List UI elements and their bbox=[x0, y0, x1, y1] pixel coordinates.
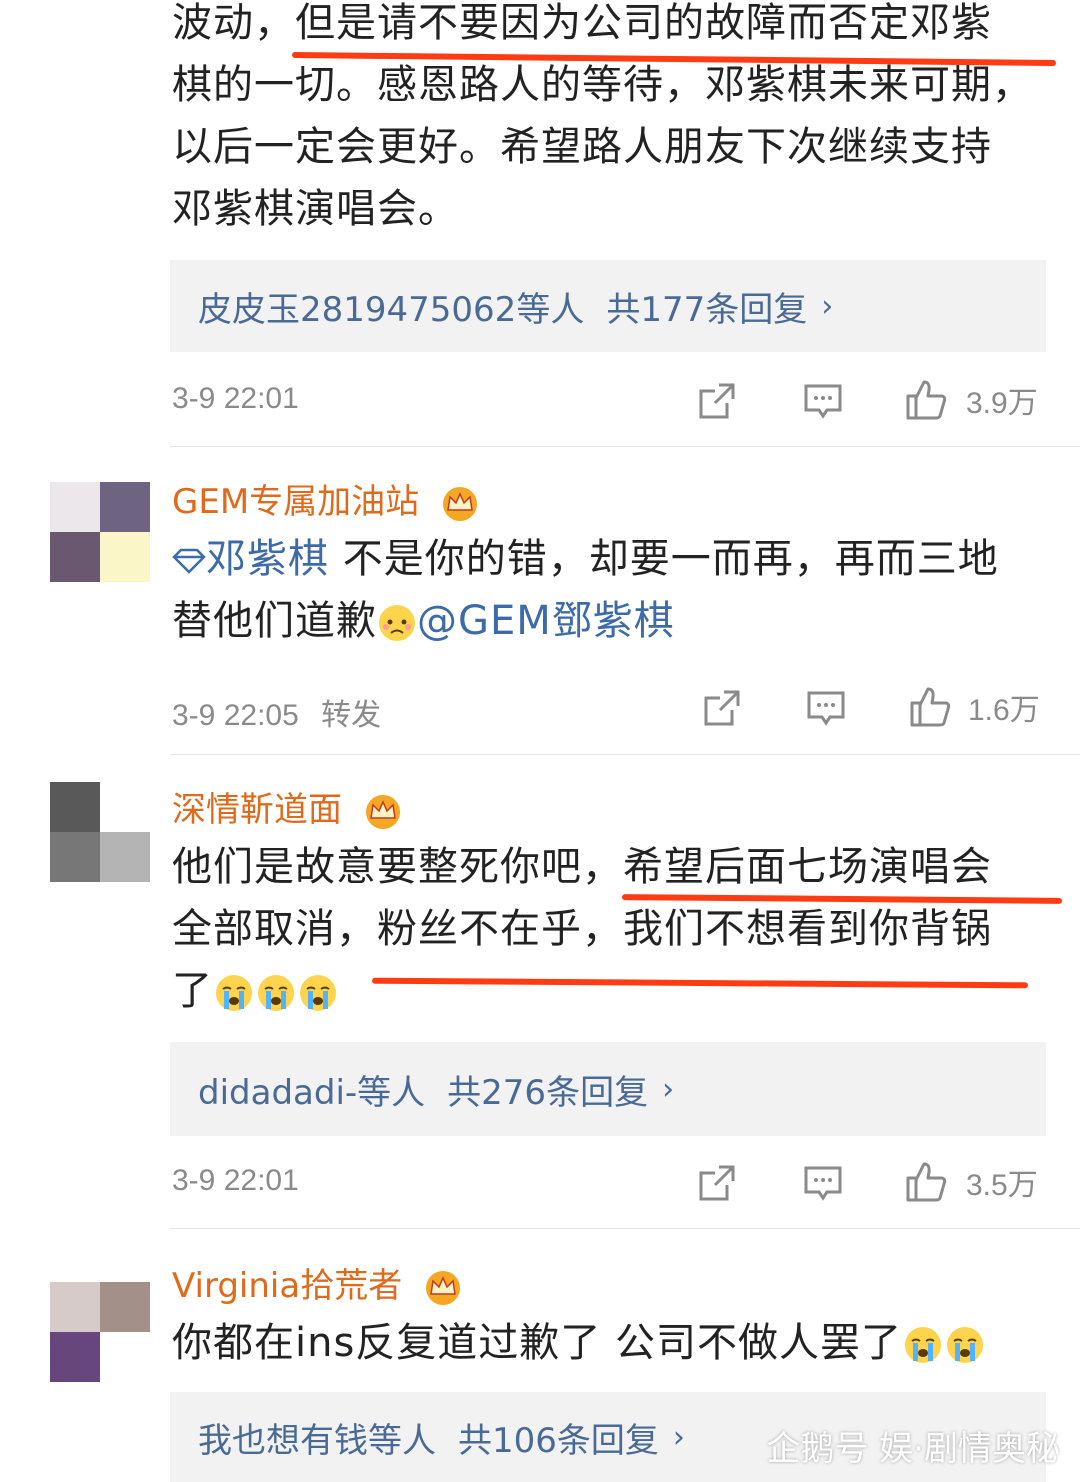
reply-count: 共106条回复 bbox=[458, 1420, 659, 1461]
username-text: GEM专属加油站 bbox=[172, 482, 420, 522]
comment-icon[interactable] bbox=[806, 690, 846, 728]
chevron-right-icon: › bbox=[821, 288, 834, 324]
repost-link[interactable]: 转发 bbox=[321, 699, 381, 732]
reply-count: 共276条回复 bbox=[447, 1072, 649, 1113]
crying-face-emoji-icon bbox=[905, 1327, 942, 1363]
comment3-line: 了 bbox=[172, 968, 213, 1014]
time-text: 3-9 22:05 bbox=[172, 699, 299, 732]
comment3-line: 全部取消，粉丝不在乎，我们不想看到你背锅 bbox=[172, 906, 992, 952]
username[interactable]: Virginia拾荒者 bbox=[172, 1258, 463, 1307]
comment2-line: 不是你的错，却要一而再，再而三地 bbox=[329, 536, 999, 582]
avatar[interactable] bbox=[50, 1282, 150, 1382]
reply-count: 共177条回复 bbox=[606, 289, 808, 330]
comment1-line: 波动，但是请不要因为公司的故障而否定邓紫 bbox=[172, 0, 992, 46]
comment4-line: 你都在ins反复道过歉了 公司不做人罢了 bbox=[172, 1320, 903, 1366]
topic-link[interactable]: 邓紫棋 bbox=[172, 536, 329, 582]
crown-badge-icon bbox=[426, 1270, 461, 1305]
sad-face-emoji-icon bbox=[379, 605, 415, 641]
comment2-text: 邓紫棋 不是你的错，却要一而再，再而三地 替他们道歉 @GEM鄧紫棋 bbox=[172, 528, 1052, 652]
chevron-right-icon: › bbox=[662, 1071, 675, 1107]
mention-link[interactable]: @GEM鄧紫棋 bbox=[417, 598, 675, 644]
divider bbox=[170, 1228, 1080, 1229]
share-icon[interactable] bbox=[697, 381, 737, 421]
like-button[interactable]: 1.6万 bbox=[908, 685, 1040, 729]
crying-face-emoji-icon bbox=[947, 1327, 984, 1363]
comment-icon[interactable] bbox=[803, 1165, 843, 1203]
topic-text: 邓紫棋 bbox=[206, 536, 329, 582]
comment-time: 3-9 22:01 bbox=[172, 382, 299, 415]
crying-face-emoji-icon bbox=[216, 975, 252, 1011]
divider bbox=[170, 446, 1080, 447]
share-icon[interactable] bbox=[697, 1163, 737, 1203]
divider bbox=[170, 754, 1080, 755]
crown-badge-icon bbox=[365, 794, 400, 829]
reply-summary[interactable]: 皮皮玉2819475062等人 共177条回复 › bbox=[170, 260, 1046, 352]
comment-time: 3-9 22:01 bbox=[172, 1164, 299, 1197]
username[interactable]: GEM专属加油站 bbox=[172, 474, 480, 523]
comment4-text: 你都在ins反复道过歉了 公司不做人罢了 bbox=[172, 1312, 1052, 1374]
comment1-line: 以后一定会更好。希望路人朋友下次继续支持 bbox=[172, 124, 992, 170]
comment3-line: 他们是故意要整死你吧，希望后面七场演唱会 bbox=[172, 844, 992, 890]
avatar[interactable] bbox=[50, 782, 150, 882]
reply-names: 我也想有钱等人 bbox=[198, 1420, 436, 1461]
reply-names: didadadi-等人 bbox=[198, 1072, 426, 1113]
like-count: 3.5万 bbox=[966, 1169, 1038, 1202]
reply-names: 皮皮玉2819475062等人 bbox=[198, 289, 585, 330]
avatar[interactable] bbox=[50, 482, 150, 582]
username[interactable]: 深情靳道面 bbox=[172, 782, 403, 831]
chevron-right-icon: › bbox=[672, 1419, 685, 1455]
like-button[interactable]: 3.5万 bbox=[904, 1160, 1038, 1204]
diamond-icon bbox=[172, 548, 206, 574]
like-button[interactable]: 3.9万 bbox=[904, 378, 1038, 422]
comment-icon[interactable] bbox=[803, 383, 843, 421]
thumbs-up-icon bbox=[906, 1162, 947, 1202]
thumbs-up-icon bbox=[906, 380, 947, 420]
crying-face-emoji-icon bbox=[300, 975, 336, 1011]
comment2-line: 替他们道歉 bbox=[172, 598, 377, 644]
like-count: 3.9万 bbox=[966, 387, 1038, 420]
like-count: 1.6万 bbox=[968, 694, 1040, 727]
reply-summary[interactable]: didadadi-等人 共276条回复 › bbox=[170, 1042, 1046, 1136]
comment1-text: 波动，但是请不要因为公司的故障而否定邓紫 棋的一切。感恩路人的等待，邓紫棋未来可… bbox=[172, 0, 1052, 240]
share-icon[interactable] bbox=[702, 688, 742, 728]
watermark: 企鹅号 娱·剧情奥秘 bbox=[766, 1429, 1060, 1469]
comment-time: 3-9 22:05 转发 bbox=[172, 690, 381, 734]
username-text: Virginia拾荒者 bbox=[172, 1266, 403, 1306]
crying-face-emoji-icon bbox=[258, 975, 294, 1011]
crown-badge-icon bbox=[442, 486, 477, 521]
thumbs-up-icon bbox=[910, 687, 951, 727]
comment3-text: 他们是故意要整死你吧，希望后面七场演唱会 全部取消，粉丝不在乎，我们不想看到你背… bbox=[172, 836, 1052, 1022]
comment1-line: 邓紫棋演唱会。 bbox=[172, 186, 459, 232]
username-text: 深情靳道面 bbox=[172, 790, 342, 830]
